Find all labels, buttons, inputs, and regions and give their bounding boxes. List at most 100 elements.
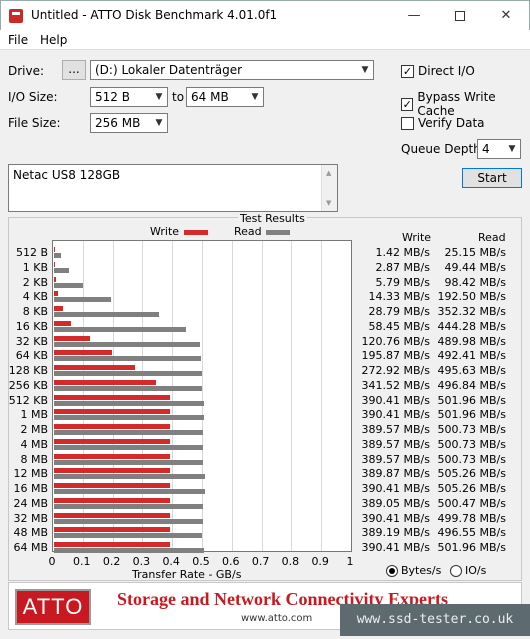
write-bar: [54, 261, 55, 267]
write-value: 390.41 MB/s: [361, 408, 430, 422]
io-size-from-select[interactable]: 512 B ▼: [90, 87, 168, 107]
write-value: 2.87 MB/s: [375, 260, 430, 274]
write-value: 120.76 MB/s: [361, 334, 430, 348]
direct-io-checkbox[interactable]: ✓ Direct I/O: [401, 64, 475, 78]
io-size-row-label: 12 MB: [13, 467, 48, 481]
x-tick-label: 0.4: [162, 555, 180, 568]
check-icon: ✓: [401, 97, 414, 111]
write-bar: [54, 365, 136, 370]
read-bar: [54, 503, 204, 509]
read-value: 489.98 MB/s: [437, 334, 506, 348]
title-bar: Untitled - ATTO Disk Benchmark 4.01.0f1 …: [0, 0, 530, 30]
write-value: 272.92 MB/s: [361, 364, 430, 377]
scroll-up-icon: ▲: [326, 169, 332, 177]
io-size-row-label: 8 MB: [20, 452, 48, 466]
chevron-down-icon: ▼: [251, 92, 259, 102]
io-size-row-label: 1 MB: [20, 408, 48, 422]
bytes-per-second-radio[interactable]: Bytes/s: [386, 564, 441, 577]
write-bar: [54, 276, 56, 282]
io-size-row-label: 2 KB: [22, 275, 48, 289]
file-size-label: File Size:: [8, 116, 61, 130]
test-results-title: Test Results: [238, 212, 307, 225]
drive-select[interactable]: (D:) Lokaler Datenträger ▼: [90, 60, 374, 80]
read-bar: [54, 459, 204, 465]
io-per-second-radio[interactable]: IO/s: [450, 564, 486, 577]
grid-line: [291, 241, 293, 551]
write-value: 390.41 MB/s: [361, 541, 430, 554]
read-value: 352.32 MB/s: [437, 305, 506, 318]
write-value: 195.87 MB/s: [361, 349, 430, 363]
io-size-label: I/O Size:: [8, 90, 58, 104]
read-bar: [54, 356, 201, 362]
io-size-row-label: 2 MB: [20, 423, 48, 436]
grid-line: [321, 241, 323, 551]
write-value: 390.41 MB/s: [361, 393, 430, 407]
io-size-row-label: 4 KB: [22, 290, 48, 304]
write-bar: [54, 438, 171, 444]
write-bar: [54, 424, 171, 429]
read-value: 492.41 MB/s: [437, 349, 506, 363]
description-scrollbar[interactable]: ▲ ▼: [321, 165, 337, 211]
x-tick-label: 0.6: [222, 555, 240, 568]
menu-file[interactable]: File: [8, 33, 28, 47]
description-textarea[interactable]: Netac US8 128GB ▲ ▼: [8, 164, 338, 212]
read-value: 505.26 MB/s: [437, 467, 506, 481]
write-value: 5.79 MB/s: [375, 275, 430, 289]
io-size-row-label: 16 KB: [15, 319, 48, 333]
verify-data-checkbox[interactable]: Verify Data: [401, 116, 485, 130]
write-value: 390.41 MB/s: [361, 482, 430, 495]
browse-button[interactable]: ...: [62, 60, 86, 80]
start-button[interactable]: Start: [462, 168, 522, 188]
read-bar: [54, 253, 62, 258]
banner-url: www.atto.com: [241, 613, 313, 624]
read-bar: [54, 533, 202, 539]
chevron-down-icon: ▼: [155, 118, 163, 128]
x-tick-label: 0.1: [73, 555, 91, 568]
io-size-row-label: 512 KB: [8, 393, 48, 407]
file-size-select[interactable]: 256 MB ▼: [90, 113, 168, 133]
minimize-button[interactable]: —: [391, 1, 437, 31]
read-bar: [54, 474, 205, 480]
close-button[interactable]: ✕: [483, 1, 529, 31]
x-tick-label: 0.5: [192, 555, 210, 568]
write-bar: [54, 320, 72, 326]
write-value: 341.52 MB/s: [361, 378, 430, 392]
read-value: 496.55 MB/s: [437, 526, 506, 540]
legend-write-label: Write: [150, 225, 180, 238]
bypass-write-cache-checkbox[interactable]: ✓ Bypass Write Cache: [401, 90, 530, 118]
write-value: 1.42 MB/s: [375, 246, 430, 259]
io-size-row-label: 24 MB: [13, 496, 48, 510]
read-value: 501.96 MB/s: [437, 541, 506, 554]
x-tick-label: 0.9: [311, 555, 329, 568]
radio-selected-icon: [386, 564, 398, 577]
write-value: 58.45 MB/s: [368, 319, 430, 333]
read-bar: [54, 415, 204, 421]
x-axis-label: Transfer Rate - GB/s: [132, 568, 242, 581]
io-per-second-label: IO/s: [465, 564, 487, 577]
read-column-header: Read: [478, 231, 506, 244]
write-bar: [54, 247, 55, 252]
io-size-row-label: 512 B: [15, 246, 48, 259]
maximize-button[interactable]: [437, 1, 483, 31]
x-tick-label: 0.2: [102, 555, 121, 568]
menu-help[interactable]: Help: [40, 33, 67, 47]
scroll-down-icon: ▼: [326, 199, 332, 207]
read-value: 499.78 MB/s: [437, 511, 506, 525]
read-bar: [54, 548, 204, 553]
write-bar: [54, 409, 171, 415]
read-bar: [54, 518, 203, 524]
io-size-row-label: 32 MB: [13, 511, 48, 525]
write-value: 389.57 MB/s: [361, 423, 430, 436]
queue-depth-select[interactable]: 4 ▼: [477, 139, 521, 159]
read-bar: [54, 326, 187, 332]
write-bar: [54, 306, 63, 311]
read-bar: [54, 341, 200, 347]
legend-write-swatch: [184, 230, 208, 235]
write-bar: [54, 350, 113, 356]
read-value: 49.44 MB/s: [444, 260, 506, 274]
io-size-row-label: 128 KB: [8, 364, 48, 377]
menu-bar: File Help: [0, 30, 530, 50]
grid-line: [231, 241, 233, 551]
write-bar: [54, 394, 171, 400]
io-size-to-select[interactable]: 64 MB ▼: [186, 87, 264, 107]
